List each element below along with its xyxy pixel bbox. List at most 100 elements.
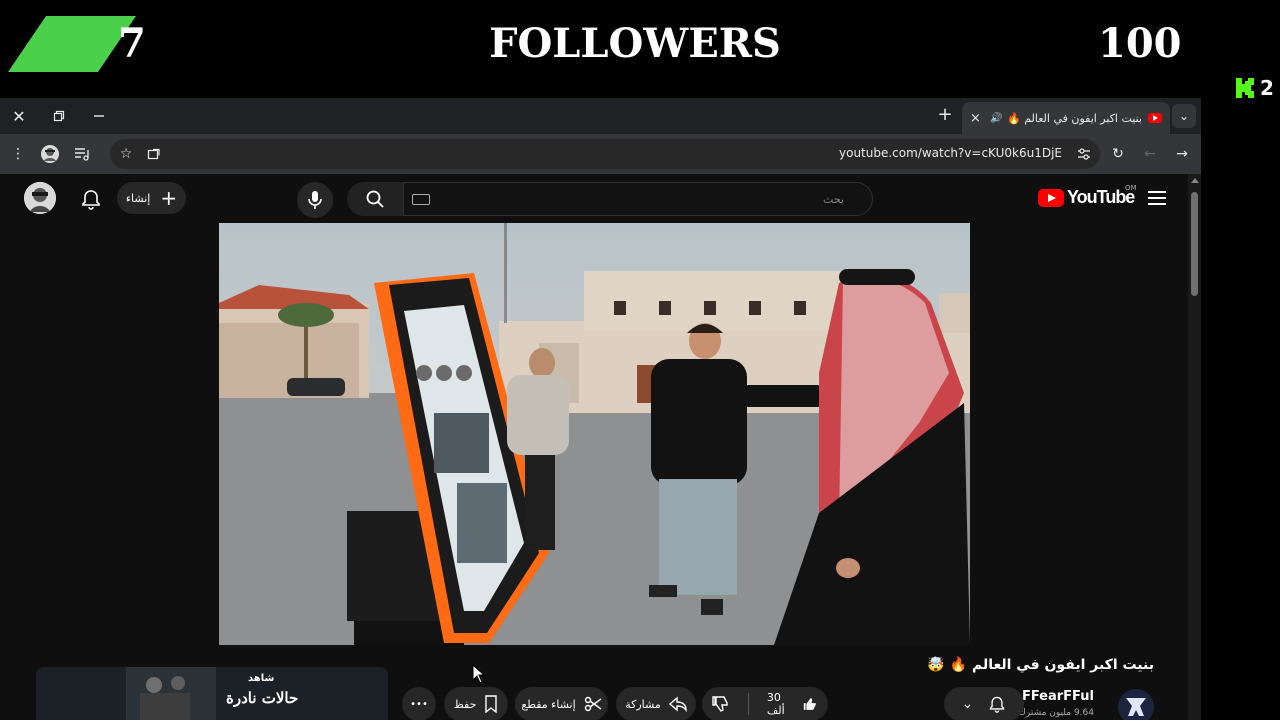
tune-icon <box>1078 148 1090 160</box>
thumbs-up-icon <box>803 698 816 710</box>
mic-icon <box>308 191 322 209</box>
keyboard-icon[interactable] <box>412 194 430 205</box>
restore-window-button[interactable] <box>46 104 72 128</box>
search-button[interactable] <box>347 182 403 216</box>
subscriber-count: 9.64 مليون مشترك <box>1018 708 1095 718</box>
more-actions-button[interactable]: ••• <box>402 687 436 720</box>
close-icon: ✕ <box>12 106 26 126</box>
profile-button[interactable] <box>38 142 62 166</box>
hamburger-icon-line <box>1148 203 1166 205</box>
hamburger-icon-line <box>1148 197 1166 199</box>
tab-title: بنيت اكبر ايفون في العالم 🔥 | <box>1006 111 1142 125</box>
kick-icon <box>1236 78 1254 98</box>
green-parallelogram-logo <box>8 16 136 72</box>
notifications-bell-icon[interactable] <box>80 188 102 210</box>
voice-search-button[interactable] <box>297 182 333 218</box>
channel-name-text: FFearFFul <box>1021 689 1094 704</box>
back-button[interactable]: ← <box>1138 142 1162 166</box>
tab-youtube[interactable]: × 🔊 بنيت اكبر ايفون في العالم 🔥 | <box>962 102 1170 134</box>
video-player[interactable] <box>219 223 970 645</box>
browser-toolbar: ⋮ ☆ youtube.com/watch?v=cKU0k6u1DjE ↻ ← … <box>0 134 1201 174</box>
minimize-icon <box>94 115 104 117</box>
thumbs-down-icon <box>712 696 728 712</box>
tab-search-button[interactable]: ⌄ <box>1172 104 1196 128</box>
youtube-masthead: إنشاء + YouTube OM <box>0 174 1188 222</box>
new-tab-button[interactable]: + <box>934 104 956 126</box>
browser-window: ✕ + × 🔊 بنيت اكبر ايفون في العالم 🔥 | ⌄ … <box>0 98 1201 720</box>
followers-goal-count: 100 <box>1098 20 1182 67</box>
tab-close-button[interactable]: × <box>970 111 984 126</box>
ad-brand: شاهد <box>248 673 275 684</box>
youtube-logo[interactable]: YouTube <box>1038 187 1135 208</box>
followers-goal-title: FOLLOWERS <box>489 20 781 67</box>
address-bar[interactable]: ☆ youtube.com/watch?v=cKU0k6u1DjE <box>110 139 1100 169</box>
scrollbar-thumb[interactable] <box>1191 192 1198 296</box>
share-icon <box>668 696 687 713</box>
star-icon: ☆ <box>119 146 133 162</box>
youtube-page: إنشاء + YouTube OM <box>0 174 1201 720</box>
install-icon <box>147 148 160 160</box>
save-label: حفظ <box>453 697 477 711</box>
reload-button[interactable]: ↻ <box>1106 142 1130 166</box>
ad-title: حالات نادرة <box>226 689 299 707</box>
stream-overlay: 7 FOLLOWERS 100 <box>0 0 1280 98</box>
guide-menu-button[interactable] <box>1148 191 1166 205</box>
create-button[interactable]: إنشاء + <box>117 182 186 214</box>
reading-list-button[interactable] <box>70 142 94 166</box>
minimize-window-button[interactable] <box>86 104 112 128</box>
search-field[interactable] <box>403 182 873 216</box>
video-frame-image <box>219 223 970 645</box>
chevron-down-icon: ⌄ <box>961 696 974 712</box>
mouse-cursor-icon <box>472 664 486 684</box>
sponsored-ad-card[interactable]: شاهد حالات نادرة <box>36 667 388 720</box>
like-dislike-group: 30 ألف <box>702 687 828 720</box>
arrow-left-icon: ← <box>1144 146 1156 162</box>
save-button[interactable]: حفظ <box>444 687 508 720</box>
close-window-button[interactable]: ✕ <box>6 104 32 128</box>
reload-icon: ↻ <box>1112 146 1124 162</box>
url-text[interactable]: youtube.com/watch?v=cKU0k6u1DjE <box>839 146 1062 160</box>
youtube-play-icon <box>1038 188 1064 207</box>
clip-button[interactable]: إنشاء مقطع <box>515 687 608 720</box>
hamburger-icon-line <box>1148 191 1166 193</box>
subscription-notifications-button[interactable]: ⌄ <box>944 687 1024 720</box>
plus-icon: + <box>160 186 178 210</box>
scroll-up-icon[interactable] <box>1191 178 1199 183</box>
audio-playing-icon[interactable]: 🔊 <box>990 113 1002 124</box>
channel-avatar[interactable] <box>1118 689 1154 720</box>
install-app-button[interactable] <box>142 142 166 166</box>
bookmark-star-button[interactable]: ☆ <box>114 142 138 166</box>
divider <box>748 693 749 715</box>
scissors-icon <box>584 696 602 712</box>
share-button[interactable]: مشاركة <box>616 687 696 720</box>
bell-icon <box>990 696 1005 713</box>
arrow-right-icon: → <box>1176 146 1188 162</box>
like-button[interactable]: 30 ألف <box>757 691 828 717</box>
search-icon <box>366 190 384 208</box>
account-avatar-button[interactable] <box>24 182 56 214</box>
kick-viewer-badge: 2 <box>1236 76 1274 100</box>
country-code: OM <box>1125 184 1137 192</box>
kick-viewer-count: 2 <box>1260 76 1274 100</box>
profile-avatar-icon <box>41 145 59 163</box>
site-settings-button[interactable] <box>1072 142 1096 166</box>
create-label: إنشاء <box>125 191 151 205</box>
forward-button[interactable]: → <box>1170 142 1194 166</box>
share-label: مشاركة <box>625 697 661 711</box>
video-title: بنيت اكبر ايفون في العالم 🔥 🤯 <box>927 657 1154 673</box>
ad-thumbnail-image <box>36 667 388 720</box>
bookmark-icon <box>485 695 498 713</box>
avatar-icon <box>24 182 56 214</box>
search-input[interactable] <box>404 183 872 215</box>
followers-current-count: 7 <box>118 20 146 67</box>
clip-label: إنشاء مقطع <box>521 697 576 711</box>
screen: 7 FOLLOWERS 100 2 ✕ + × 🔊 بنيت اكبر ايفو… <box>0 0 1280 720</box>
channel-logo-icon <box>1126 698 1146 716</box>
youtube-favicon-icon <box>1148 113 1162 123</box>
browser-menu-button[interactable]: ⋮ <box>6 142 30 166</box>
tab-bar: ✕ + × 🔊 بنيت اكبر ايفون في العالم 🔥 | ⌄ <box>0 98 1201 134</box>
dislike-button[interactable] <box>702 695 740 713</box>
page-scrollbar[interactable] <box>1188 174 1201 720</box>
kebab-menu-icon: ⋮ <box>11 146 25 162</box>
media-controls-icon <box>75 148 89 161</box>
